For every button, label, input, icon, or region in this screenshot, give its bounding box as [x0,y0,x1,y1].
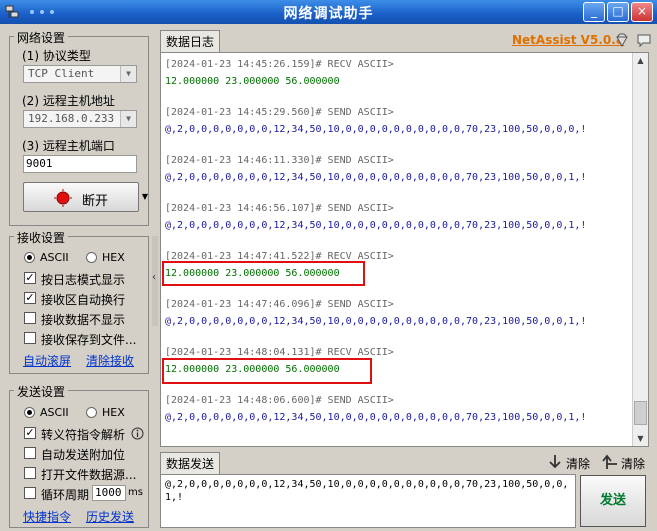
save-file-label: 接收保存到文件... [41,333,137,347]
chevron-down-icon: ▼ [120,66,136,82]
escape-parse-label: 转义符指令解析 [41,428,126,442]
port-label: (3) 远程主机端口 [22,139,115,153]
highlight-box [162,261,365,286]
cycle-label: 循环周期 [41,488,90,502]
protocol-label: (1) 协议类型 [22,49,91,63]
window-title: 网络调试助手 [283,6,374,22]
log-line: @,2,0,0,0,0,0,0,0,12,34,50,10,0,0,0,0,0,… [165,220,587,231]
recv-ascii-label: ASCII [40,251,69,264]
chevron-down-icon: ▼ [120,111,136,127]
auto-wrap-checkbox[interactable]: ✓ [24,292,36,304]
arrow-down-icon[interactable] [548,454,562,470]
hide-recv-label: 接收数据不显示 [41,313,126,327]
scroll-down-icon[interactable]: ▼ [633,431,648,446]
log-line: [2024-01-23 14:48:06.600]# SEND ASCII> [165,395,394,406]
append-check-label: 自动发送附加位 [41,448,126,462]
auto-scroll-link[interactable]: 自动滚屏 [23,352,71,369]
send-input[interactable]: @,2,0,0,0,0,0,0,0,12,34,50,10,0,0,0,0,0,… [160,474,576,528]
recv-ascii-radio[interactable] [24,252,35,263]
log-line: [2024-01-23 14:48:04.131]# RECV ASCII> [165,347,394,358]
auto-wrap-label: 接收区自动换行 [41,293,126,307]
send-hex-radio[interactable] [86,407,97,418]
send-button[interactable]: 发送 [580,475,646,527]
panel-splitter[interactable]: ‹ [152,236,158,326]
diamond-icon[interactable] [614,32,630,48]
cycle-unit: ms [128,487,143,498]
protocol-select[interactable]: TCP Client ▼ [23,65,137,83]
disconnect-dropdown-arrow[interactable]: ▼ [140,182,150,212]
clear-send-button[interactable]: 清除 [566,455,590,472]
cycle-checkbox[interactable] [24,487,36,499]
receive-settings-title: 接收设置 [14,229,69,246]
port-input[interactable]: 9001 [23,155,137,173]
arrow-up-icon[interactable] [602,454,618,470]
host-value: 192.168.0.233 [28,112,115,125]
send-ascii-radio[interactable] [24,407,35,418]
clear-recv-link[interactable]: 清除接收 [86,352,134,369]
recv-hex-radio[interactable] [86,252,97,263]
close-button[interactable]: × [631,2,653,22]
log-line: [2024-01-23 14:46:11.330]# SEND ASCII> [165,155,394,166]
log-line: [2024-01-23 14:46:56.107]# SEND ASCII> [165,203,394,214]
log-line: [2024-01-23 14:47:46.096]# SEND ASCII> [165,299,394,310]
hide-recv-checkbox[interactable] [24,312,36,324]
host-select[interactable]: 192.168.0.233 ▼ [23,110,137,128]
minimize-button[interactable]: _ [583,2,605,22]
send-ascii-label: ASCII [40,406,69,419]
log-mode-checkbox[interactable]: ✓ [24,272,36,284]
escape-parse-checkbox[interactable]: ✓ [24,427,36,439]
tab-data-log[interactable]: 数据日志 [160,30,221,52]
scroll-up-icon[interactable]: ▲ [633,53,648,68]
maximize-button[interactable]: □ [607,2,629,22]
log-line: @,2,0,0,0,0,0,0,0,12,34,50,10,0,0,0,0,0,… [165,172,587,183]
cycle-input[interactable]: 1000 [92,485,126,501]
send-settings-title: 发送设置 [14,383,69,400]
log-line: @,2,0,0,0,0,0,0,0,12,34,50,10,0,0,0,0,0,… [165,316,587,327]
log-line: [2024-01-23 14:45:26.159]# RECV ASCII> [165,59,394,70]
recv-hex-label: HEX [102,251,125,264]
info-icon[interactable] [131,427,144,440]
network-settings-title: 网络设置 [14,29,69,46]
log-line: [2024-01-23 14:45:29.560]# SEND ASCII> [165,107,394,118]
highlight-box [162,358,372,384]
receive-log[interactable]: [2024-01-23 14:45:26.159]# RECV ASCII> 1… [160,52,649,447]
red-light-icon [54,189,72,207]
message-icon[interactable] [636,32,652,48]
save-file-checkbox[interactable] [24,332,36,344]
append-check-checkbox[interactable] [24,447,36,459]
quick-command-link[interactable]: 快捷指令 [23,508,71,525]
tab-data-send[interactable]: 数据发送 [160,452,221,474]
log-mode-label: 按日志模式显示 [41,273,126,287]
log-line: @,2,0,0,0,0,0,0,0,12,34,50,10,0,0,0,0,0,… [165,124,587,135]
title-bar: 网络调试助手 _ □ × [0,0,657,24]
scroll-thumb[interactable] [634,401,647,425]
clear-history-button[interactable]: 清除 [621,455,645,472]
host-label: (2) 远程主机地址 [22,94,115,108]
protocol-value: TCP Client [28,67,95,80]
open-file-label: 打开文件数据源... [41,468,137,482]
log-scrollbar[interactable]: ▲ ▼ [632,53,648,446]
log-line: @,2,0,0,0,0,0,0,0,12,34,50,10,0,0,0,0,0,… [165,412,587,423]
open-file-checkbox[interactable] [24,467,36,479]
send-hex-label: HEX [102,406,125,419]
disconnect-label: 断开 [82,194,109,209]
log-line: 12.000000 23.000000 56.000000 [165,76,340,87]
chevron-left-icon: ‹ [152,272,156,283]
brand-link[interactable]: NetAssist V5.0.8 [512,33,624,47]
disconnect-button[interactable]: 断开 [23,182,139,212]
history-send-link[interactable]: 历史发送 [86,508,134,525]
